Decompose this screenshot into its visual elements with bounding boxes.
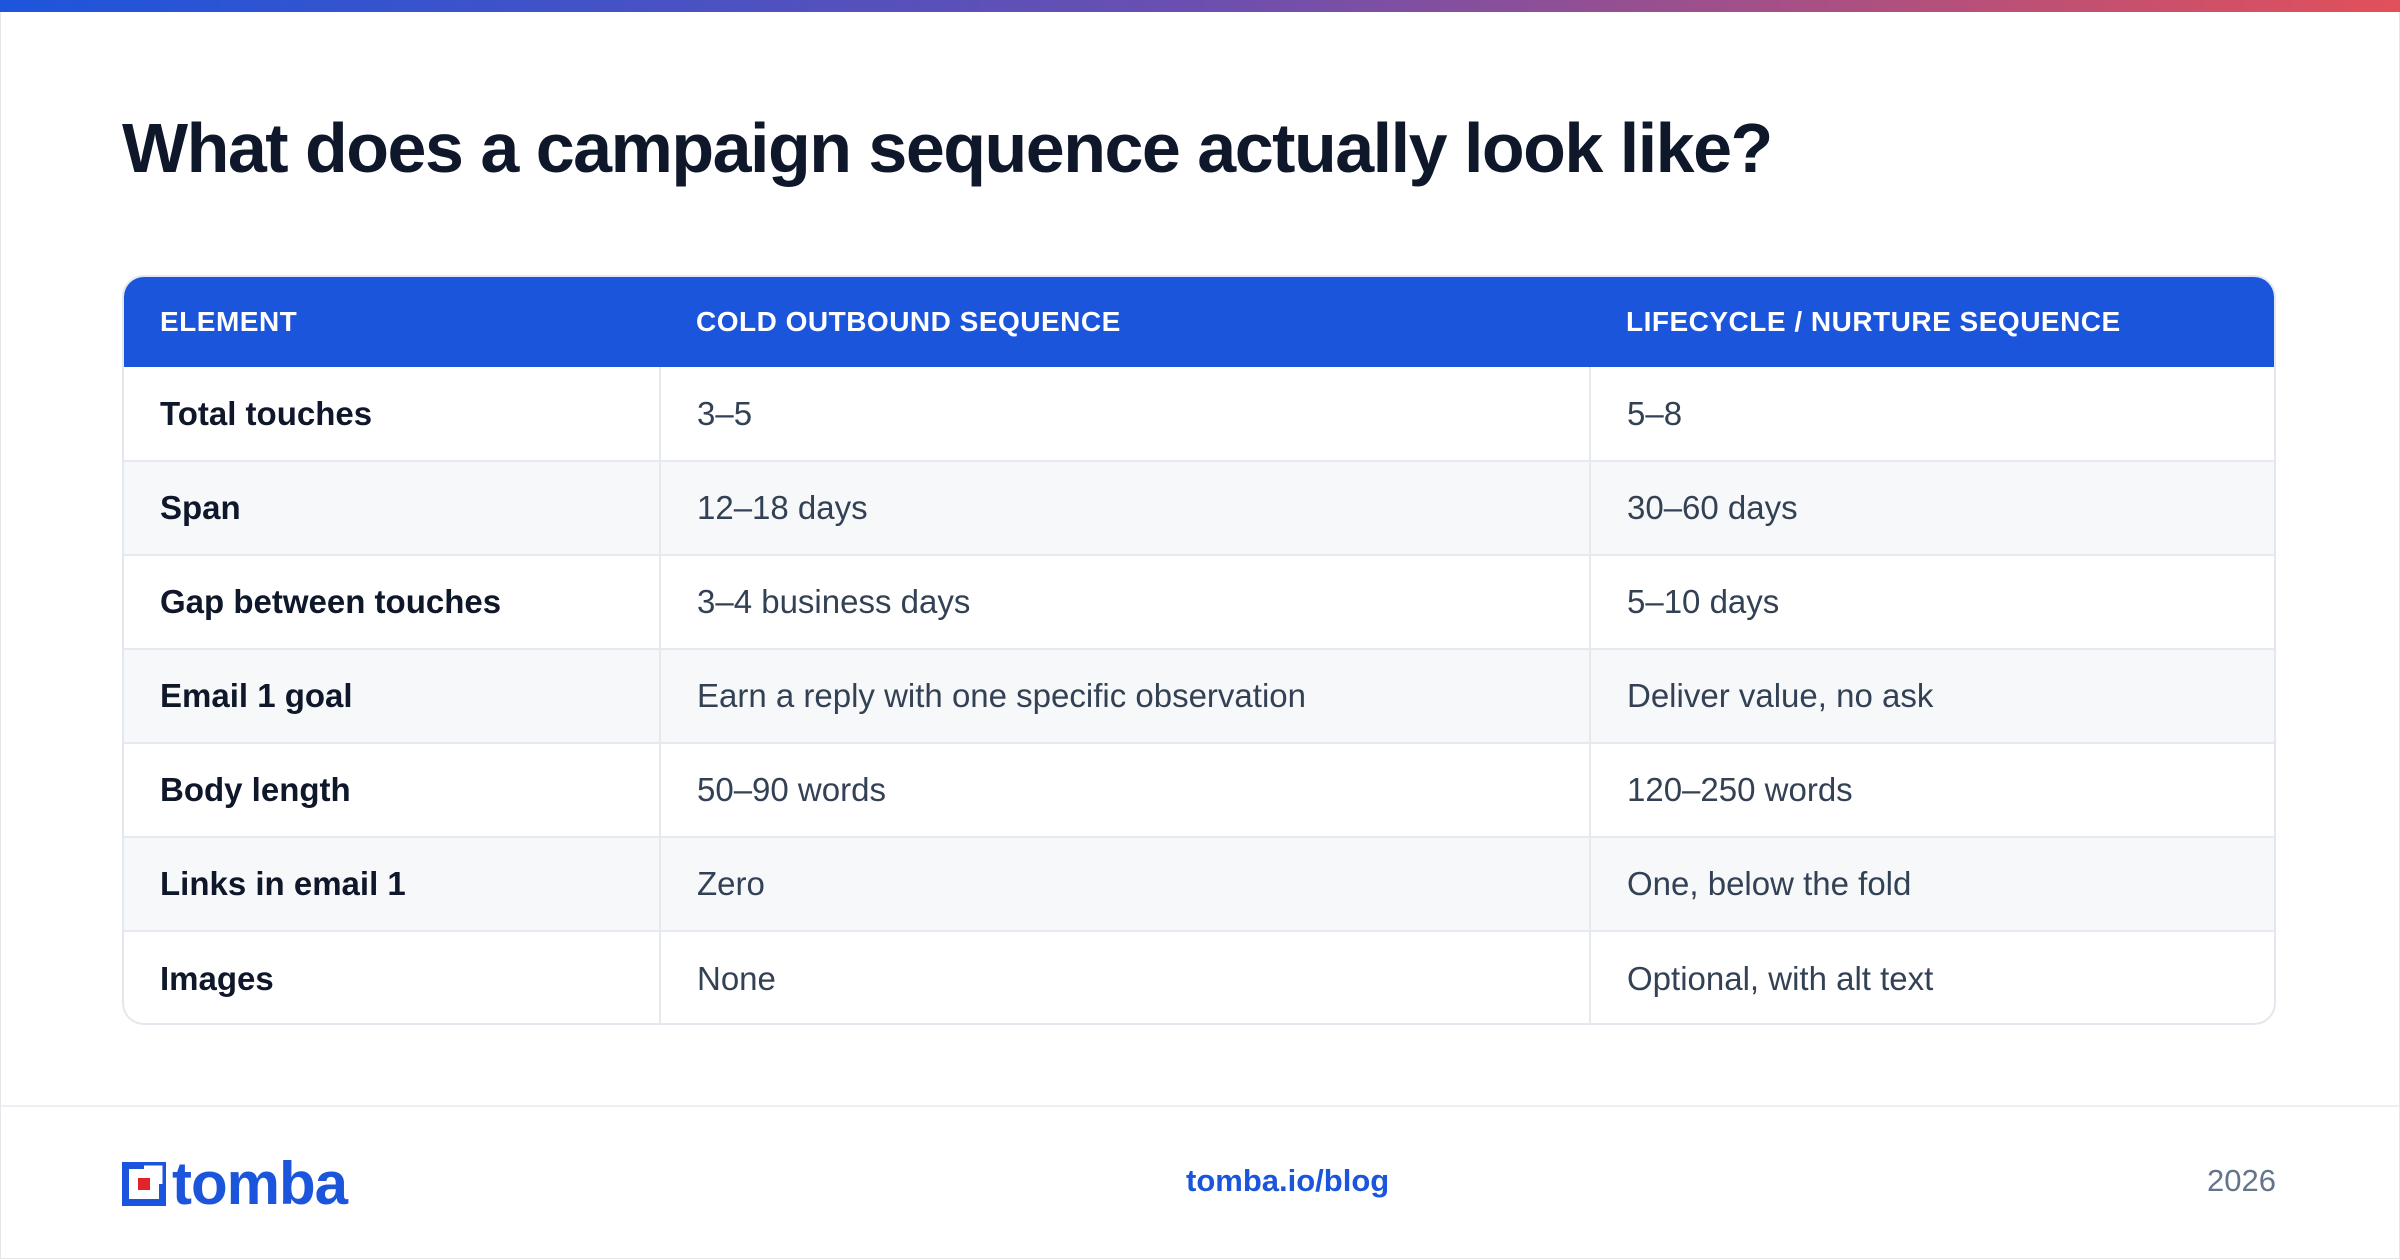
cold-outbound-cell: Earn a reply with one specific observati… <box>659 648 1590 743</box>
header-lifecycle-nurture: LIFECYCLE / NURTURE SEQUENCE <box>1626 306 2121 337</box>
cold-outbound-cell: 3–4 business days <box>659 554 1590 649</box>
brand-wordmark: tomba <box>172 1150 348 1217</box>
table-row: Span 12–18 days 30–60 days <box>124 460 2274 555</box>
lifecycle-cell: 30–60 days <box>1589 460 2274 555</box>
top-gradient-bar <box>0 0 2400 12</box>
table-row: Email 1 goal Earn a reply with one speci… <box>124 648 2274 743</box>
cold-outbound-cell: 3–5 <box>659 367 1590 461</box>
tomba-logo: tomba <box>122 1150 348 1217</box>
table-header-row: ELEMENT COLD OUTBOUND SEQUENCE LIFECYCLE… <box>124 277 2274 367</box>
lifecycle-cell: 120–250 words <box>1589 742 2274 837</box>
cold-outbound-cell: 12–18 days <box>659 460 1590 555</box>
comparison-table: ELEMENT COLD OUTBOUND SEQUENCE LIFECYCLE… <box>122 275 2276 1025</box>
table-row: Body length 50–90 words 120–250 words <box>124 742 2274 837</box>
row-label: Body length <box>124 742 660 837</box>
lifecycle-cell: One, below the fold <box>1589 836 2274 931</box>
footer-divider <box>1 1105 2399 1107</box>
table-row: Total touches 3–5 5–8 <box>124 367 2274 461</box>
blog-link[interactable]: tomba.io/blog <box>1186 1163 1389 1199</box>
tomba-logo-icon <box>122 1162 166 1206</box>
cold-outbound-cell: 50–90 words <box>659 742 1590 837</box>
header-cold-outbound: COLD OUTBOUND SEQUENCE <box>696 306 1121 337</box>
footer-year: 2026 <box>2207 1163 2276 1198</box>
header-element: ELEMENT <box>160 306 298 337</box>
row-label: Images <box>124 930 660 1023</box>
table-row: Gap between touches 3–4 business days 5–… <box>124 554 2274 649</box>
table-row: Images None Optional, with alt text <box>124 930 2274 1023</box>
lifecycle-cell: 5–8 <box>1589 367 2274 461</box>
row-label: Span <box>124 460 660 555</box>
cold-outbound-cell: Zero <box>659 836 1590 931</box>
table-row: Links in email 1 Zero One, below the fol… <box>124 836 2274 931</box>
row-label: Total touches <box>160 394 373 432</box>
row-label: Links in email 1 <box>124 836 660 931</box>
row-label: Gap between touches <box>124 554 660 649</box>
page-title: What does a campaign sequence actually l… <box>122 109 1773 187</box>
lifecycle-cell: Optional, with alt text <box>1589 930 2274 1023</box>
cold-outbound-cell: None <box>659 930 1590 1023</box>
row-label: Email 1 goal <box>124 648 660 743</box>
lifecycle-cell: Deliver value, no ask <box>1589 648 2274 743</box>
lifecycle-cell: 5–10 days <box>1589 554 2274 649</box>
